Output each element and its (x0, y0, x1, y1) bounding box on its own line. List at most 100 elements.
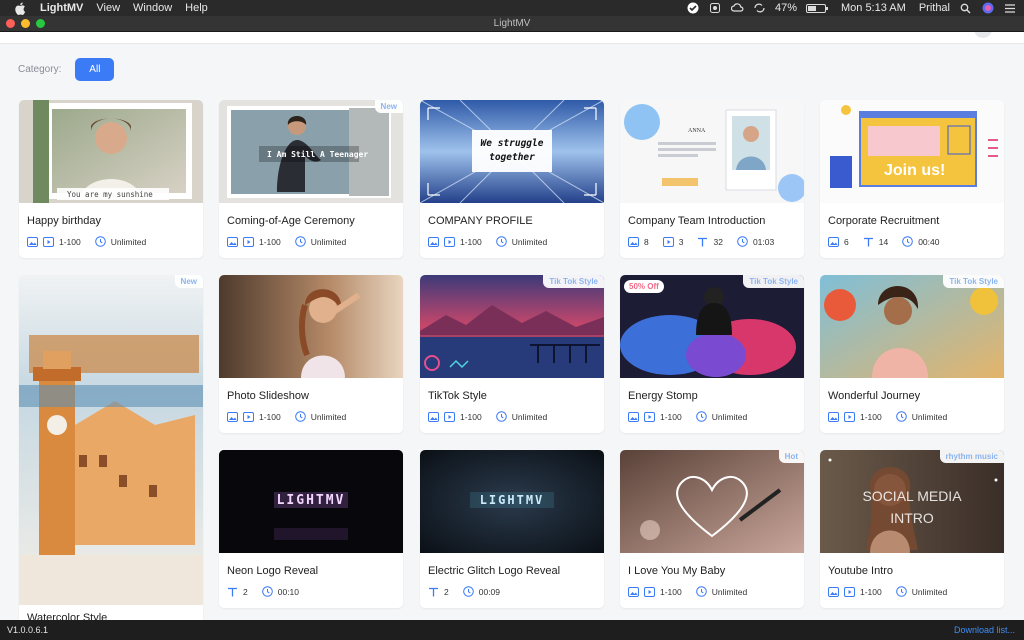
duration: 00:10 (277, 586, 300, 597)
template-card[interactable]: 50% Off Tik Tok Style Energy Stomp 1-100… (620, 275, 804, 433)
template-name: Electric Glitch Logo Reveal (428, 565, 561, 577)
duration: Unlimited (911, 411, 948, 422)
download-list-link[interactable]: Download list... (954, 625, 1015, 635)
media-count: 1-100 (460, 236, 482, 247)
menu-bar: LightMV View Window Help 47% Mon 5:13 AM… (0, 0, 1024, 16)
photo-count-icon (27, 236, 38, 247)
template-card[interactable]: SOCIAL MEDIA INTRO rhythm music Youtube … (820, 450, 1004, 608)
photo-count: 6 (844, 236, 849, 247)
duration-clock-icon (261, 586, 273, 597)
battery-icon[interactable] (805, 3, 828, 13)
duration: Unlimited (511, 411, 548, 422)
thumbnail-logo-text: LIGHTMV (479, 493, 545, 507)
template-card[interactable]: I Am Still A Teenager New Coming-of-Age … (219, 100, 403, 258)
spotlight-search-icon[interactable] (959, 2, 972, 15)
duration: 00:40 (918, 236, 940, 247)
template-gallery: Category: All You are my sunshine Happy … (0, 32, 1024, 620)
template-name: Neon Logo Reveal (227, 565, 319, 577)
template-card[interactable]: Tik Tok Style TikTok Style 1-100 Unlimit… (420, 275, 604, 433)
category-filter: Category: All (18, 58, 115, 81)
checkmark-shield-icon[interactable] (687, 2, 700, 15)
media-count: 1-100 (660, 411, 682, 422)
duration: Unlimited (711, 411, 748, 422)
template-thumbnail: 50% Off Tik Tok Style (620, 275, 804, 378)
duration-clock-icon (495, 411, 507, 422)
template-card[interactable]: New Watercolor Style (19, 275, 203, 620)
text-count-icon (428, 586, 439, 597)
template-card[interactable]: You are my sunshine Happy birthday 1-100… (19, 100, 203, 258)
text-count: 2 (243, 586, 248, 597)
category-all-button[interactable]: All (75, 58, 115, 81)
template-meta: 1-100 Unlimited (628, 411, 747, 422)
template-meta: 1-100 Unlimited (27, 236, 146, 247)
template-card[interactable]: LIGHTMV Neon Logo Reveal 2 00:10 (219, 450, 403, 608)
template-name: Wonderful Journey (828, 390, 921, 402)
template-card[interactable]: Photo Slideshow 1-100 Unlimited (219, 275, 403, 433)
window-title: LightMV (493, 18, 531, 29)
template-card[interactable]: LIGHTMV Electric Glitch Logo Reveal 2 00… (420, 450, 604, 608)
thumbnail-caption-line2: INTRO (890, 510, 934, 526)
template-card[interactable]: ANNA Company Team Introduction 8 3 32 01… (620, 100, 804, 258)
template-card[interactable]: Hot I Love You My Baby 1-100 Unlimited (620, 450, 804, 608)
template-meta: 1-100 Unlimited (828, 411, 947, 422)
media-count: 1-100 (460, 411, 482, 422)
template-thumbnail: SOCIAL MEDIA INTRO rhythm music (820, 450, 1004, 553)
template-thumbnail: Join us! (820, 100, 1004, 203)
menubar-user[interactable]: Prithal (919, 2, 950, 14)
template-card[interactable]: Join us! Corporate Recruitment 6 14 00:4… (820, 100, 1004, 258)
menu-view[interactable]: View (96, 2, 120, 14)
tiktok-style-tag: Tik Tok Style (543, 275, 604, 288)
template-thumbnail: New (19, 275, 203, 605)
video-count-icon (243, 411, 254, 422)
template-card[interactable]: We struggle together COMPANY PROFILE 1-1… (420, 100, 604, 258)
template-name: TikTok Style (428, 390, 487, 402)
password-manager-icon[interactable] (709, 2, 722, 15)
template-meta: 1-100 Unlimited (428, 236, 547, 247)
status-bar: V1.0.0.6.1 Download list... (0, 620, 1024, 640)
template-thumbnail: Tik Tok Style (420, 275, 604, 378)
duration-clock-icon (695, 586, 707, 597)
template-thumbnail: Tik Tok Style (820, 275, 1004, 378)
duration-clock-icon (895, 586, 907, 597)
menubar-clock[interactable]: Mon 5:13 AM (841, 2, 906, 14)
video-count-icon (444, 236, 455, 247)
siri-icon[interactable] (981, 2, 994, 15)
tiktok-style-tag: Tik Tok Style (943, 275, 1004, 288)
photo-count: 8 (644, 236, 649, 247)
template-thumbnail: I Am Still A Teenager New (219, 100, 403, 203)
media-count: 1-100 (860, 411, 882, 422)
thumbnail-caption: You are my sunshine (67, 190, 153, 199)
duration: Unlimited (110, 236, 147, 247)
template-card[interactable]: Tik Tok Style Wonderful Journey 1-100 Un… (820, 275, 1004, 433)
menu-help[interactable]: Help (185, 2, 208, 14)
rhythm-music-tag: rhythm music (939, 450, 1004, 463)
template-meta: 1-100 Unlimited (428, 411, 547, 422)
menu-window[interactable]: Window (133, 2, 172, 14)
thumbnail-caption: ANNA (688, 128, 706, 134)
template-name: Energy Stomp (628, 390, 698, 402)
new-tag: New (374, 100, 403, 113)
text-count-icon (227, 586, 238, 597)
template-name: Corporate Recruitment (828, 215, 940, 227)
duration-clock-icon (294, 236, 306, 247)
thumbnail-caption-line2: together (489, 152, 535, 163)
app-menu[interactable]: LightMV (40, 2, 83, 14)
template-meta: 1-100 Unlimited (828, 586, 947, 597)
duration-clock-icon (495, 236, 507, 247)
template-meta: 2 00:09 (428, 586, 500, 597)
template-name: I Love You My Baby (628, 565, 726, 577)
sync-icon[interactable] (753, 2, 766, 15)
template-name: Photo Slideshow (227, 390, 309, 402)
video-count-icon (644, 411, 655, 422)
duration: 00:09 (478, 586, 501, 597)
duration-clock-icon (462, 586, 474, 597)
notification-center-icon[interactable] (1003, 2, 1016, 15)
duration: 01:03 (752, 236, 775, 247)
tiktok-style-tag: Tik Tok Style (743, 275, 804, 288)
creative-cloud-icon[interactable] (730, 2, 744, 15)
template-meta: 6 14 00:40 (828, 236, 939, 247)
apple-menu-icon[interactable] (13, 1, 27, 15)
new-tag: New (174, 275, 203, 288)
template-name: Watercolor Style (27, 612, 108, 620)
template-name: Happy birthday (27, 215, 101, 227)
